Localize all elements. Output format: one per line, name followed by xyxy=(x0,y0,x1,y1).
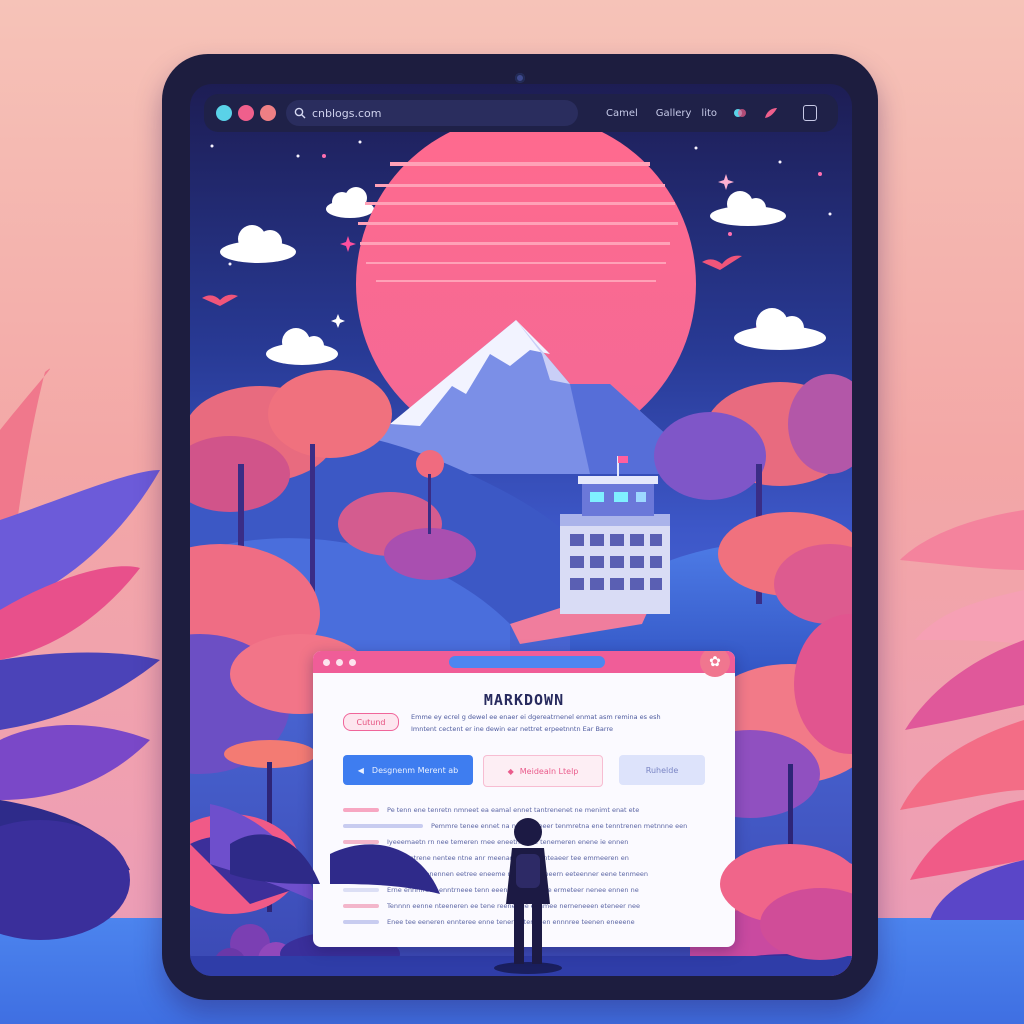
person-overlay xyxy=(230,818,852,964)
tablet-screen: cnblogs.com Camel Gallery lito ✿ MARKDOW… xyxy=(190,84,852,976)
tablet-frame: cnblogs.com Camel Gallery lito ✿ MARKDOW… xyxy=(162,54,878,1000)
camera-icon xyxy=(515,73,525,83)
